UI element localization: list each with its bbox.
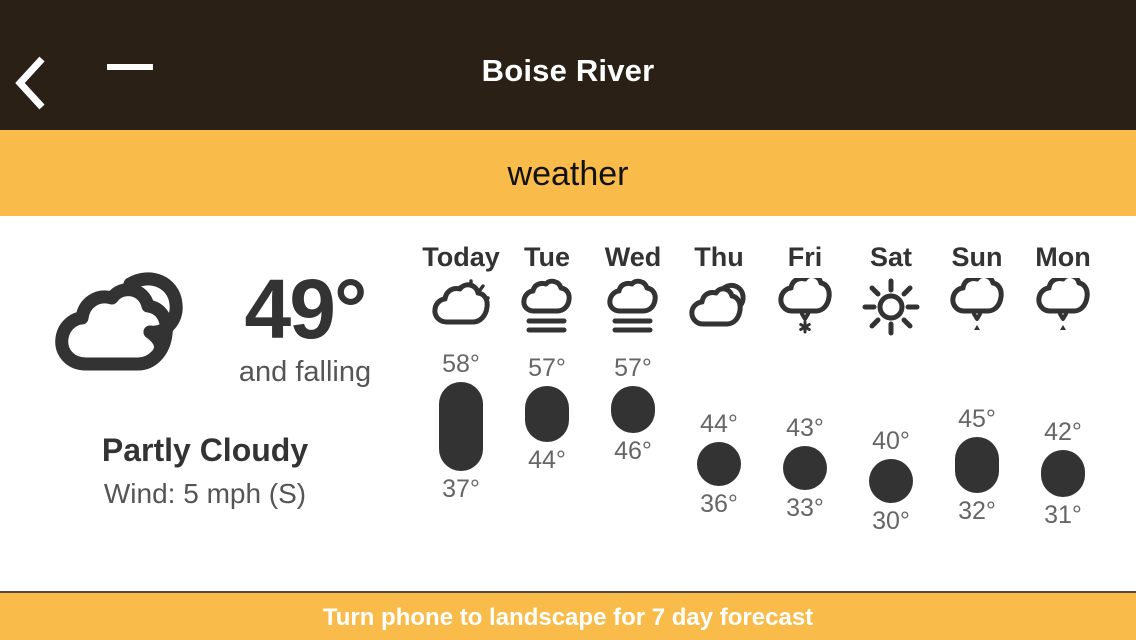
forecast-temp-range-bar <box>869 458 913 503</box>
forecast-low-temp: 31° <box>1044 500 1082 529</box>
forecast-high-temp: 40° <box>872 426 910 455</box>
forecast-temp-range-bar <box>783 445 827 490</box>
partly-cloudy-icon <box>46 268 196 388</box>
current-temperature: 49° <box>244 262 367 356</box>
forecast-low-temp: 32° <box>958 496 996 525</box>
forecast-high-temp: 45° <box>958 405 996 434</box>
forecast-low-temp: 44° <box>528 445 566 474</box>
cloud-fog-icon <box>517 278 577 336</box>
section-header-weather: weather <box>0 130 1136 216</box>
cloud-snow-icon <box>775 278 835 336</box>
forecast-day-label: Wed <box>604 242 662 272</box>
forecast-day-label: Today <box>422 242 500 272</box>
forecast-day-column-wed[interactable]: Wed 57° 46° <box>590 216 676 592</box>
forecast-temp-range-bar <box>611 386 655 433</box>
forecast-day-column-fri[interactable]: Fri 43° 33° <box>762 216 848 592</box>
forecast-temp-range-bar <box>525 386 569 442</box>
rotate-hint-banner[interactable]: Turn phone to landscape for 7 day foreca… <box>0 593 1136 640</box>
forecast-day-column-mon[interactable]: Mon 42° 31° <box>1020 216 1106 592</box>
temperature-trend: and falling <box>238 356 372 388</box>
forecast-high-temp: 44° <box>700 409 738 438</box>
forecast-low-temp: 30° <box>872 506 910 535</box>
forecast-day-label: Fri <box>787 242 823 272</box>
forecast-low-temp: 46° <box>614 437 652 465</box>
forecast-temp-range-bar <box>439 382 483 472</box>
top-navigation-bar: Boise River <box>0 0 1136 130</box>
forecast-high-temp: 57° <box>528 354 566 383</box>
partly-cloudy-icon <box>689 278 749 336</box>
current-conditions-panel: 49° and falling Partly Cloudy Wind: 5 mp… <box>0 216 410 592</box>
seven-day-forecast: Today 58° 37° Tue 57° 44° Wed 57° 46° Thu <box>410 216 1136 592</box>
forecast-low-temp: 37° <box>442 475 480 504</box>
forecast-temp-range-bar <box>1041 450 1085 497</box>
current-wind-label: Wind: 5 mph (S) <box>103 478 307 509</box>
forecast-low-temp: 33° <box>786 493 824 522</box>
forecast-day-label: Sun <box>951 242 1003 272</box>
cloud-rain-icon <box>947 278 1007 336</box>
forecast-day-label: Sat <box>869 242 913 272</box>
forecast-temp-range-bar <box>955 437 999 493</box>
forecast-high-temp: 57° <box>614 354 652 383</box>
current-condition-label: Partly Cloudy <box>101 432 309 468</box>
sun-behind-cloud-icon <box>431 278 491 336</box>
forecast-day-label: Tue <box>524 242 570 272</box>
cloud-fog-icon <box>603 278 663 336</box>
forecast-high-temp: 43° <box>786 413 824 442</box>
forecast-day-column-sun[interactable]: Sun 45° 32° <box>934 216 1020 592</box>
cloud-rain-icon <box>1033 278 1093 336</box>
weather-app-screen: Boise River weather 49° and falling Part… <box>0 0 1136 640</box>
forecast-day-column-sat[interactable]: Sat 40° 30° <box>848 216 934 592</box>
sun-icon <box>861 278 921 336</box>
forecast-low-temp: 36° <box>700 489 738 518</box>
forecast-temp-range-bar <box>697 441 741 486</box>
forecast-day-column-today[interactable]: Today 58° 37° <box>418 216 504 592</box>
forecast-high-temp: 58° <box>442 350 480 378</box>
page-title: Boise River <box>481 53 655 88</box>
forecast-day-label: Mon <box>1035 242 1091 272</box>
forecast-day-column-tue[interactable]: Tue 57° 44° <box>504 216 590 592</box>
rotate-hint-label: Turn phone to landscape for 7 day foreca… <box>322 604 814 631</box>
forecast-day-label: Thu <box>694 242 744 272</box>
section-header-label: weather <box>507 155 629 193</box>
forecast-high-temp: 42° <box>1044 418 1082 446</box>
weather-content: 49° and falling Partly Cloudy Wind: 5 mp… <box>0 216 1136 592</box>
forecast-day-column-thu[interactable]: Thu 44° 36° <box>676 216 762 592</box>
